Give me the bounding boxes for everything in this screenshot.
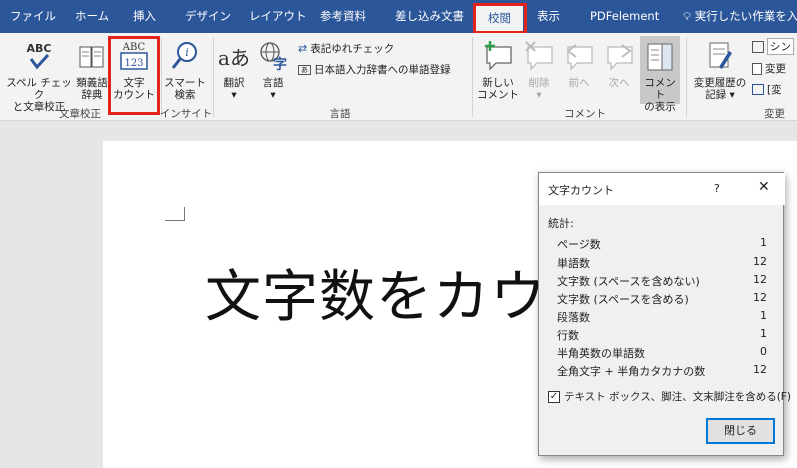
translate-icon: aあ xyxy=(219,46,249,70)
spelling-grammar-button[interactable]: ABC スペル チェック と文章校正 xyxy=(6,39,72,113)
previous-comment-button[interactable]: 前へ xyxy=(561,39,597,89)
stat-value: 1 xyxy=(760,327,767,340)
word-count-dialog: 文字カウント ? ✕ 統計: ページ数 1 単語数 12 文字数 (スペースを含… xyxy=(538,172,791,456)
pane-icon xyxy=(752,84,764,95)
tab-home[interactable]: ホーム xyxy=(75,0,109,33)
stat-label: 半角英数の単語数 xyxy=(557,347,645,360)
tab-design[interactable]: デザイン xyxy=(185,0,231,33)
language-button[interactable]: 字 言語 ▾ xyxy=(255,39,291,101)
stat-label: 全角文字 + 半角カタカナの数 xyxy=(557,365,706,378)
delete-comment-icon xyxy=(525,41,553,71)
dropdown-arrow-icon: ▾ xyxy=(729,89,735,101)
stat-label: 行数 xyxy=(557,329,579,342)
next-comment-icon xyxy=(607,44,633,71)
text-check-icon: ⇄ xyxy=(298,42,308,55)
language-icon: 字 xyxy=(260,42,287,73)
show-comments-button[interactable]: コメント の表示 xyxy=(640,36,680,113)
stat-label: 文字数 (スペースを含める) xyxy=(557,293,689,306)
group-separator xyxy=(686,37,687,117)
stat-row: 段落数 1 xyxy=(557,309,767,325)
dropdown-arrow-icon: ▾ xyxy=(536,89,542,101)
highlight-word-count-button xyxy=(108,36,160,115)
show-markup-button[interactable]: 変更 xyxy=(752,61,786,76)
dropdown-arrow-icon: ▾ xyxy=(270,89,276,101)
new-comment-icon xyxy=(485,41,512,71)
highlight-review-tab xyxy=(473,3,527,34)
stat-label: 段落数 xyxy=(557,311,590,324)
tab-layout[interactable]: レイアウト xyxy=(249,0,307,33)
simple-markup-dropdown[interactable]: シン xyxy=(752,38,794,55)
new-comment-button[interactable]: 新しい コメント xyxy=(477,39,519,101)
stat-value: 12 xyxy=(753,273,767,286)
document-text[interactable]: 文字数をカウ xyxy=(205,252,547,333)
next-comment-button[interactable]: 次へ xyxy=(601,39,637,89)
group-separator xyxy=(161,37,162,117)
tab-insert[interactable]: 挿入 xyxy=(133,0,156,33)
track-changes-icon xyxy=(709,42,732,69)
group-separator xyxy=(213,37,214,117)
svg-text:i: i xyxy=(185,46,189,59)
stat-row: ページ数 1 xyxy=(557,236,767,252)
spelling-check-icon: ABC xyxy=(27,42,52,70)
dropdown-arrow-icon: ▾ xyxy=(231,89,237,101)
group-label-comments: コメント xyxy=(564,108,606,120)
stat-value: 0 xyxy=(760,345,767,358)
close-button[interactable]: 閉じる xyxy=(706,418,775,444)
group-label-language: 言語 xyxy=(329,108,351,120)
tab-pdfelement[interactable]: PDFelement xyxy=(590,0,659,33)
include-textboxes-checkbox-row[interactable]: ✓ テキスト ボックス、脚注、文末脚注を含める(F) xyxy=(548,389,791,404)
stat-value: 1 xyxy=(760,236,767,249)
dictionary-icon: あ xyxy=(298,64,311,75)
tab-references[interactable]: 参考資料 xyxy=(320,0,366,33)
stat-value: 12 xyxy=(753,363,767,376)
dialog-title-bar[interactable]: 文字カウント ? ✕ xyxy=(539,173,785,205)
svg-text:字: 字 xyxy=(273,56,287,73)
group-label-tracking: 変更 xyxy=(764,108,785,120)
stat-label: 文字数 (スペースを含めない) xyxy=(557,275,700,288)
translate-button[interactable]: aあ 翻訳 ▾ xyxy=(216,39,252,101)
stat-row: 単語数 12 xyxy=(557,255,767,271)
stat-label: ページ数 xyxy=(557,238,601,251)
delete-comment-button[interactable]: 削除 ▾ xyxy=(521,39,557,101)
page-margin-marker xyxy=(165,207,185,221)
tell-me-search[interactable]: 💡︎ 実行したい作業を入 xyxy=(683,0,797,33)
stat-value: 1 xyxy=(760,309,767,322)
stat-row: 文字数 (スペースを含めない) 12 xyxy=(557,273,767,289)
smart-lookup-icon: i xyxy=(171,42,197,69)
stats-heading: 統計: xyxy=(548,217,574,230)
stat-row: 行数 1 xyxy=(557,327,767,343)
stat-value: 12 xyxy=(753,291,767,304)
lightbulb-icon: 💡︎ xyxy=(683,9,692,23)
group-label-insights: インサイト xyxy=(159,108,213,120)
hyoki-check-button[interactable]: ⇄ 表記ゆれチェック xyxy=(298,41,394,56)
tab-view[interactable]: 表示 xyxy=(537,0,560,33)
track-changes-button[interactable]: 変更履歴の 記録 ▾ xyxy=(691,39,749,101)
thesaurus-button[interactable]: 類義語 辞典 xyxy=(74,39,110,101)
document-icon xyxy=(752,62,762,75)
group-separator xyxy=(472,37,473,117)
stat-label: 単語数 xyxy=(557,257,590,270)
previous-comment-icon xyxy=(566,44,593,71)
tab-mailings[interactable]: 差し込み文書 xyxy=(395,0,464,33)
checkbox-label: テキスト ボックス、脚注、文末脚注を含める(F) xyxy=(564,391,791,403)
stat-row: 文字数 (スペースを含める) 12 xyxy=(557,291,767,307)
register-word-button[interactable]: あ 日本語入力辞書への単語登録 xyxy=(298,62,451,77)
markup-icon xyxy=(752,40,764,53)
close-icon[interactable]: ✕ xyxy=(758,179,770,195)
stat-row: 全角文字 + 半角カタカナの数 12 xyxy=(557,363,767,379)
book-icon xyxy=(79,46,104,68)
ribbon-tab-bar: ファイル ホーム 挿入 デザイン レイアウト 参考資料 差し込み文書 校閲 表示… xyxy=(0,0,797,33)
stat-value: 12 xyxy=(753,255,767,268)
tab-file[interactable]: ファイル xyxy=(10,0,56,33)
dialog-title: 文字カウント xyxy=(548,184,614,197)
svg-text:aあ: aあ xyxy=(219,46,249,70)
stat-row: 半角英数の単語数 0 xyxy=(557,345,767,361)
include-textboxes-checkbox[interactable]: ✓ xyxy=(548,390,560,403)
show-comments-icon xyxy=(647,43,673,71)
smart-lookup-button[interactable]: i スマート 検索 xyxy=(163,39,207,101)
reviewing-pane-button[interactable]: [変 xyxy=(752,82,782,97)
help-icon[interactable]: ? xyxy=(714,182,720,195)
svg-text:ABC: ABC xyxy=(27,42,52,55)
